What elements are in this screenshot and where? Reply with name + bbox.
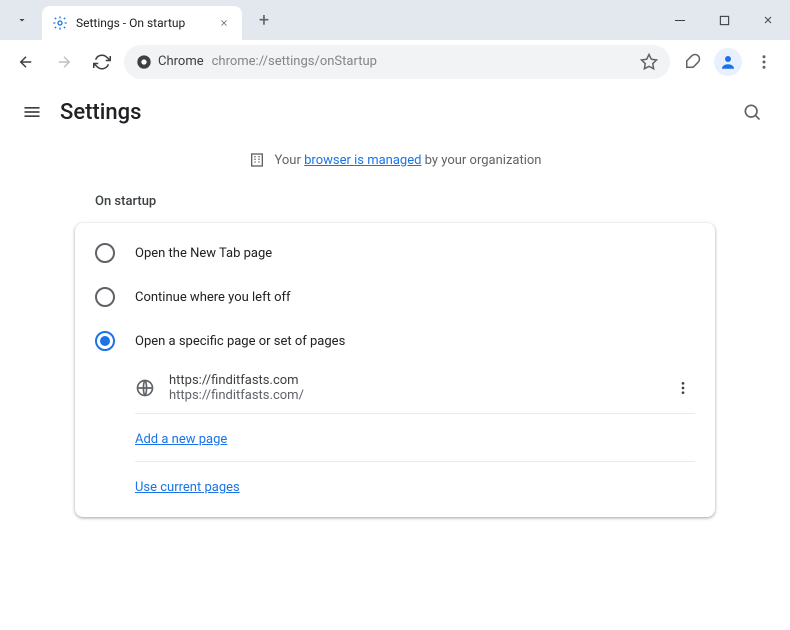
globe-icon: [135, 378, 155, 398]
url-input[interactable]: [212, 54, 632, 69]
managed-link[interactable]: browser is managed: [304, 153, 421, 168]
settings-menu-button[interactable]: [20, 100, 44, 124]
use-current-pages-link[interactable]: Use current pages: [135, 480, 240, 495]
search-settings-button[interactable]: [734, 94, 770, 130]
tab-search-dropdown[interactable]: [8, 6, 36, 34]
chrome-icon: [136, 54, 152, 70]
tab-title: Settings - On startup: [76, 16, 216, 30]
option-label: Open the New Tab page: [135, 246, 272, 261]
window-close-button[interactable]: [746, 0, 790, 40]
profile-button[interactable]: [714, 48, 742, 76]
option-continue[interactable]: Continue where you left off: [75, 275, 715, 319]
option-new-tab[interactable]: Open the New Tab page: [75, 231, 715, 275]
managed-suffix: by your organization: [421, 153, 541, 168]
option-label: Continue where you left off: [135, 290, 291, 305]
address-bar[interactable]: Chrome: [124, 45, 670, 79]
browser-tab[interactable]: Settings - On startup: [42, 6, 242, 40]
page-title: Settings: [60, 100, 734, 125]
option-specific-pages[interactable]: Open a specific page or set of pages: [75, 319, 715, 363]
radio-icon: [95, 243, 115, 263]
managed-prefix: Your: [275, 153, 305, 168]
tab-close-icon[interactable]: [216, 15, 232, 31]
new-tab-button[interactable]: +: [250, 6, 278, 34]
startup-page-row: https://finditfasts.com https://finditfa…: [135, 363, 695, 414]
radio-icon: [95, 287, 115, 307]
site-chip: Chrome: [136, 54, 204, 70]
radio-icon: [95, 331, 115, 351]
page-entry-title: https://finditfasts.com: [169, 373, 657, 388]
window-minimize-button[interactable]: [658, 0, 702, 40]
add-new-page-link[interactable]: Add a new page: [135, 432, 227, 447]
profile-avatar-icon: [719, 53, 737, 71]
window-maximize-button[interactable]: [702, 0, 746, 40]
page-entry-menu-button[interactable]: [671, 376, 695, 400]
option-label: Open a specific page or set of pages: [135, 334, 345, 349]
reload-button[interactable]: [86, 46, 118, 78]
building-icon: [249, 152, 265, 168]
search-icon: [742, 102, 762, 122]
startup-options-card: Open the New Tab page Continue where you…: [75, 223, 715, 517]
forward-button: [48, 46, 80, 78]
section-title: On startup: [75, 180, 715, 223]
back-button[interactable]: [10, 46, 42, 78]
managed-notice: Your browser is managed by your organiza…: [0, 140, 790, 180]
page-entry-url: https://finditfasts.com/: [169, 388, 657, 403]
bookmark-star-icon[interactable]: [640, 53, 658, 71]
site-chip-label: Chrome: [158, 54, 204, 69]
extensions-button[interactable]: [676, 46, 708, 78]
settings-gear-icon: [52, 15, 68, 31]
chrome-menu-button[interactable]: [748, 46, 780, 78]
